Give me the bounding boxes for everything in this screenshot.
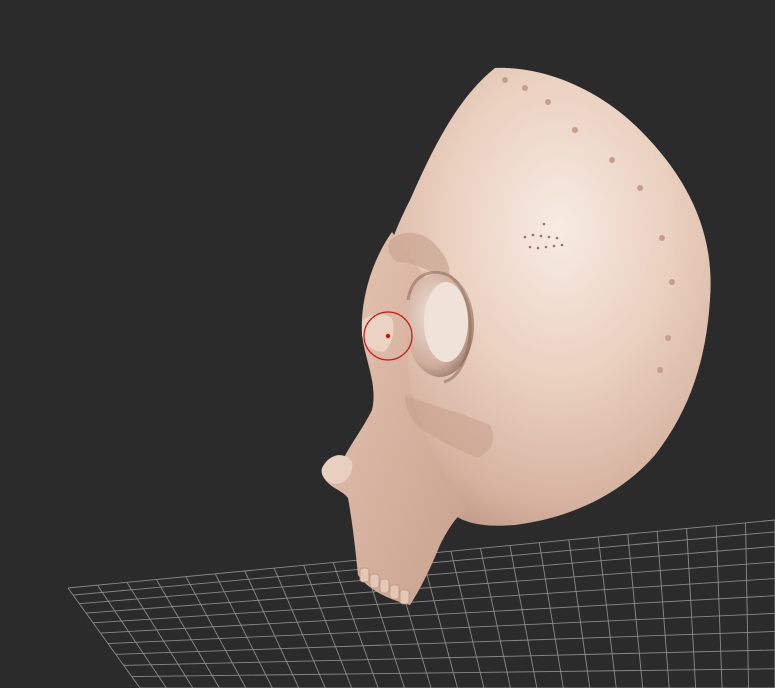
grid-line <box>273 567 326 688</box>
grid-line <box>67 587 141 688</box>
grid-line <box>115 631 775 655</box>
grid-line <box>715 525 723 688</box>
grid-line <box>97 584 167 688</box>
brush-center-dot <box>385 333 391 339</box>
grid-line <box>185 576 247 688</box>
grid-line <box>131 668 775 678</box>
grid-line <box>155 579 220 688</box>
eye-orbit-inner <box>424 282 468 362</box>
grid-line <box>244 570 300 688</box>
viewport-canvas[interactable] <box>0 0 775 688</box>
skull-model[interactable] <box>321 67 711 605</box>
grid-line <box>303 565 353 688</box>
grid-line <box>214 573 273 688</box>
3d-viewport[interactable] <box>0 0 775 688</box>
grid-line <box>686 528 697 688</box>
grid-line <box>93 578 775 624</box>
grid-line <box>100 595 775 634</box>
grid-line <box>126 582 194 688</box>
grid-line <box>123 649 775 666</box>
grid-line <box>745 522 749 688</box>
grid-line <box>85 561 775 614</box>
